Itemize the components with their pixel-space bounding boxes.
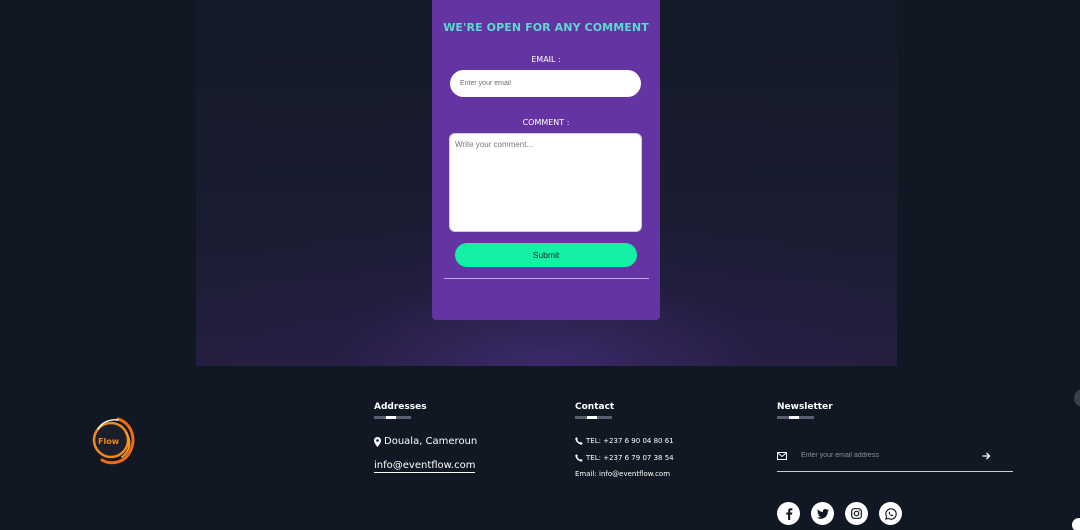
email-field[interactable] xyxy=(450,70,641,97)
newsletter-form xyxy=(777,440,1013,472)
contact-email: Email: info@eventflow.com xyxy=(575,470,671,478)
comment-form: WE'RE OPEN FOR ANY COMMENT EMAIL : COMME… xyxy=(432,0,660,320)
phone-icon xyxy=(575,437,583,445)
chat-widget-button[interactable] xyxy=(1072,518,1080,530)
address-email-link[interactable]: info@eventflow.com xyxy=(374,460,476,473)
comment-label: COMMENT : xyxy=(522,118,570,127)
contact-phone-1-text: TEL: +237 6 90 04 80 61 xyxy=(586,437,674,445)
phone-icon xyxy=(575,454,583,462)
twitter-button[interactable] xyxy=(811,502,834,525)
newsletter-underline xyxy=(777,416,814,419)
comment-form-title: WE'RE OPEN FOR ANY COMMENT xyxy=(443,21,649,34)
envelope-icon xyxy=(777,451,787,460)
newsletter-title: Newsletter xyxy=(777,402,833,412)
arrow-right-icon xyxy=(982,452,990,460)
email-label: EMAIL : xyxy=(531,55,561,64)
contact-phone-2: TEL: +237 6 79 07 38 54 xyxy=(575,454,674,462)
card-divider xyxy=(444,278,649,279)
logo-text: Flow xyxy=(98,437,120,446)
facebook-icon xyxy=(785,507,792,520)
address-location-text: Douala, Cameroun xyxy=(384,436,478,447)
contact-title: Contact xyxy=(575,402,615,412)
map-pin-icon xyxy=(374,436,381,447)
contact-phone-2-text: TEL: +237 6 79 07 38 54 xyxy=(586,454,674,462)
whatsapp-button[interactable] xyxy=(879,502,902,525)
comment-textarea[interactable] xyxy=(449,133,642,232)
newsletter-submit-button[interactable] xyxy=(979,448,993,462)
address-location: Douala, Cameroun xyxy=(374,436,477,447)
newsletter-email-input[interactable] xyxy=(801,452,971,459)
page: WE'RE OPEN FOR ANY COMMENT EMAIL : COMME… xyxy=(0,0,1080,530)
contact-phone-1: TEL: +237 6 90 04 80 61 xyxy=(575,437,674,445)
scroll-tab[interactable] xyxy=(1074,389,1080,407)
logo-icon: Flow xyxy=(92,417,135,465)
addresses-underline xyxy=(374,416,411,419)
whatsapp-icon xyxy=(884,507,897,520)
addresses-title: Addresses xyxy=(374,402,427,412)
instagram-icon xyxy=(851,508,862,519)
contact-underline xyxy=(575,416,612,419)
facebook-button[interactable] xyxy=(777,502,800,525)
instagram-button[interactable] xyxy=(845,502,868,525)
logo[interactable]: Flow xyxy=(88,411,140,465)
twitter-icon xyxy=(816,508,829,519)
submit-button[interactable]: Submit xyxy=(455,243,637,267)
